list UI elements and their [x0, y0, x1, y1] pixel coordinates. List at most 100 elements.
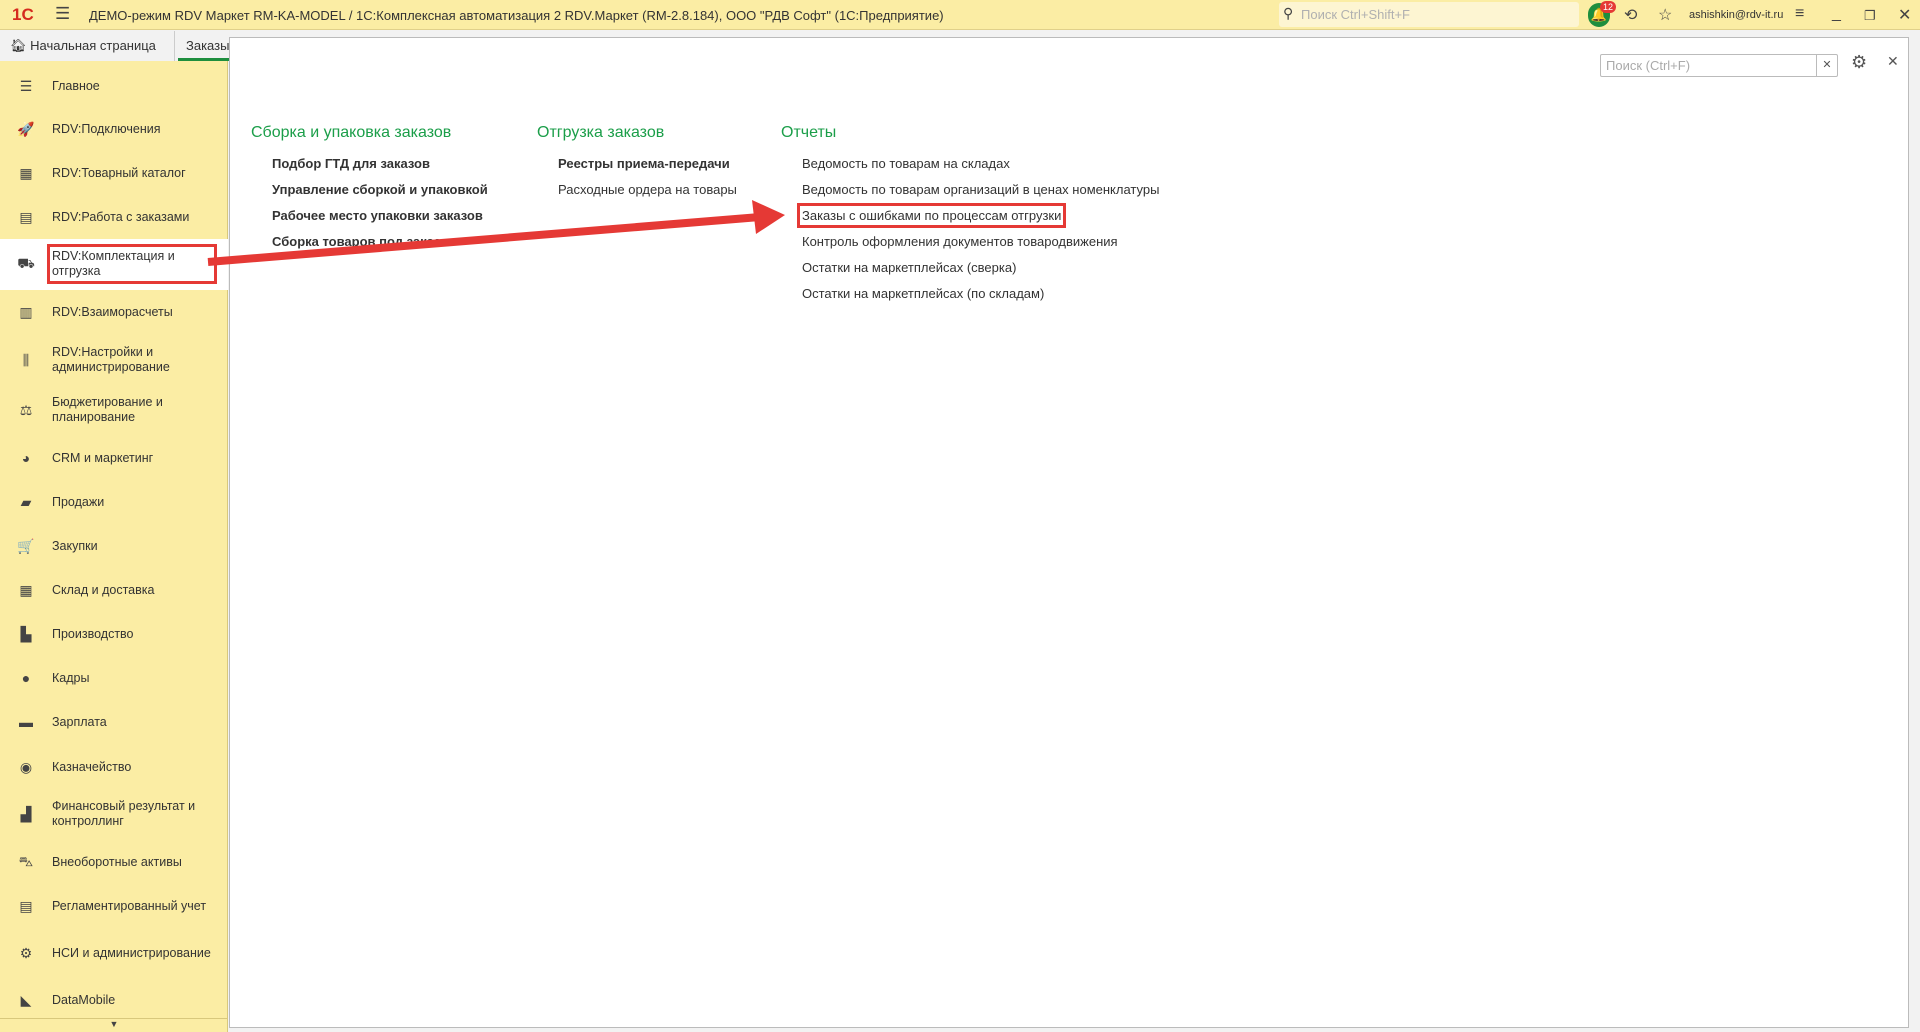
minimize-icon[interactable]: _ [1832, 5, 1841, 23]
sidebar-item[interactable]: ▤ Регламентированный учет [0, 891, 228, 921]
section-icon: ● [21, 670, 31, 686]
section-icon: ⫼ [22, 351, 30, 368]
menu-link-label: Реестры приема-передачи [558, 156, 730, 171]
menu-link-label: Рабочее место упаковки заказов [272, 208, 483, 223]
1c-logo-icon[interactable]: 1С [12, 5, 34, 25]
sidebar-item[interactable]: ⫼ RDV:Настройки и администрирование [0, 340, 228, 380]
window-title: ДЕМО-режим RDV Маркет RM-KA-MODEL / 1С:К… [89, 8, 944, 23]
close-icon[interactable]: ✕ [1887, 53, 1899, 70]
sidebar-item[interactable]: ▟ Финансовый результат и контроллинг [0, 794, 228, 834]
title-bar: 1С ☰ ДЕМО-режим RDV Маркет RM-KA-MODEL /… [0, 0, 1920, 30]
menu-column: Отчеты Ведомость по товарам на складах Вед… [781, 124, 1159, 312]
sidebar-item-label: RDV:Работа с заказами [52, 209, 190, 224]
menu-link[interactable]: Ведомость по товарам организаций в ценах… [802, 182, 1159, 208]
clear-search-icon[interactable]: ✕ [1816, 55, 1837, 76]
global-search-input[interactable]: ⚲ Поиск Ctrl+Shift+F [1279, 2, 1579, 27]
section-icon: ▦ [19, 581, 33, 598]
sidebar-item[interactable]: ⛍ Внеоборотные активы [0, 847, 228, 877]
sidebar-item-label: Финансовый результат и контроллинг [52, 799, 196, 828]
section-icon: ☰ [19, 77, 33, 94]
menu-link[interactable]: Рабочее место упаковки заказов [272, 208, 488, 234]
section-icon: ▤ [19, 208, 33, 225]
section-panel: Поиск (Ctrl+F) ✕ ⚙ ✕ Сборка и упаковка за… [229, 37, 1909, 1028]
menu-link-label: Управление сборкой и упаковкой [272, 182, 488, 197]
section-icon: ▟ [20, 805, 32, 822]
search-icon: ⚲ [1283, 5, 1294, 21]
menu-link-label: Ведомость по товарам организаций в ценах… [802, 182, 1160, 197]
section-icon: ⚙ [19, 944, 33, 961]
search-placeholder: Поиск (Ctrl+F) [1606, 58, 1691, 73]
sidebar-item[interactable]: ▥ RDV:Взаиморасчеты [0, 297, 228, 327]
section-icon: ▥ [19, 303, 33, 320]
menu-link[interactable]: Остатки на маркетплейсах (по складам) [802, 286, 1159, 312]
sidebar-item[interactable]: ▦ Склад и доставка [0, 575, 228, 605]
panel-search-input[interactable]: Поиск (Ctrl+F) ✕ [1600, 54, 1838, 77]
sidebar-item[interactable]: ◕ CRM и маркетинг [0, 443, 228, 473]
sidebar-item-label: Закупки [52, 538, 98, 553]
section-icon: ▙ [20, 625, 32, 642]
section-icon: ◣ [20, 991, 32, 1008]
menu-column: Отгрузка заказов Реестры приема-передачи Р… [537, 124, 737, 208]
sidebar-item[interactable]: ▰ Продажи [0, 487, 228, 517]
sidebar-item[interactable]: ◣ DataMobile [0, 985, 228, 1015]
sidebar-item-label: RDV:Взаиморасчеты [52, 304, 173, 319]
sidebar-item-label: RDV:Подключения [52, 121, 161, 136]
column-title: Сборка и упаковка заказов [251, 124, 452, 141]
section-icon: ▰ [20, 493, 32, 510]
sidebar-item-label: Продажи [52, 494, 105, 509]
notifications-count: 12 [1600, 1, 1617, 13]
restore-icon[interactable]: ❐ [1864, 8, 1876, 24]
history-icon[interactable]: ⟲ [1624, 5, 1637, 25]
sidebar: ☰ Главное 🚀 RDV:Подключения ▦ RDV:Товарный ка… [0, 61, 228, 1032]
menu-column: Сборка и упаковка заказов Подбор ГТД для … [251, 124, 488, 260]
menu-link[interactable]: Остатки на маркетплейсах (сверка) [802, 260, 1159, 286]
settings-menu-icon[interactable]: ≡ [1795, 5, 1804, 23]
menu-link[interactable]: Контроль оформления документов товародви… [802, 234, 1159, 260]
menu-link-label: Заказы с ошибками по процессам отгрузки [796, 203, 1067, 228]
sidebar-item[interactable]: ⚙ НСИ и администрирование [0, 938, 228, 968]
sidebar-item[interactable]: ▦ RDV:Товарный каталог [0, 158, 228, 188]
tab-home[interactable]: 🏠︎ Начальная страница [0, 31, 175, 61]
favorites-star-icon[interactable]: ☆ [1658, 5, 1672, 25]
menu-link[interactable]: Расходные ордера на товары [558, 182, 737, 208]
sidebar-item[interactable]: ⚖ Бюджетирование и планирование [0, 390, 228, 430]
menu-link-label: Контроль оформления документов товародви… [802, 234, 1118, 249]
section-icon: ⛟ [17, 254, 35, 271]
sidebar-item-label: Главное [52, 78, 100, 93]
sidebar-item-label: Внеоборотные активы [52, 854, 182, 869]
menu-link-label: Ведомость по товарам на складах [802, 156, 1010, 171]
sidebar-item[interactable]: ◉ Казначейство [0, 752, 228, 782]
sidebar-item-label: НСИ и администрирование [52, 945, 211, 960]
sidebar-item-label: RDV:Товарный каталог [52, 165, 186, 180]
main-menu-icon[interactable]: ☰ [55, 4, 70, 24]
user-name[interactable]: ashishkin@rdv-it.ru [1689, 9, 1783, 21]
menu-link[interactable]: Сборка товаров под заказы [272, 234, 488, 260]
sidebar-item-label: RDV:Комплектация и отгрузка [47, 244, 217, 284]
sidebar-item[interactable]: ▤ RDV:Работа с заказами [0, 202, 228, 232]
menu-link-label: Остатки на маркетплейсах (сверка) [802, 260, 1017, 275]
home-icon: 🏠︎ [10, 38, 31, 53]
sidebar-item[interactable]: 🚀 RDV:Подключения [0, 114, 228, 144]
sidebar-item[interactable]: ● Кадры [0, 663, 228, 693]
menu-link[interactable]: Реестры приема-передачи [558, 156, 737, 182]
sidebar-item[interactable]: ▙ Производство [0, 619, 228, 649]
section-icon: ⛍ [18, 852, 34, 869]
sidebar-item[interactable]: ▬ Зарплата [0, 707, 228, 737]
menu-link-label: Сборка товаров под заказы [272, 234, 452, 249]
menu-link[interactable]: Управление сборкой и упаковкой [272, 182, 488, 208]
scroll-down-icon[interactable]: ▼ [0, 1018, 228, 1032]
tab-label: Начальная страница [30, 38, 156, 53]
column-title: Отгрузка заказов [537, 124, 665, 141]
sidebar-item[interactable]: 🛒 Закупки [0, 531, 228, 561]
sidebar-item-label: Бюджетирование и планирование [52, 395, 163, 424]
sidebar-item-label: Производство [52, 626, 134, 641]
sidebar-item[interactable]: ⛟ RDV:Комплектация и отгрузка [0, 238, 228, 290]
section-icon: ▬ [19, 714, 33, 730]
menu-link[interactable]: Заказы с ошибками по процессам отгрузки [796, 203, 1159, 234]
menu-link[interactable]: Ведомость по товарам на складах [802, 156, 1159, 182]
menu-link[interactable]: Подбор ГТД для заказов [272, 156, 488, 182]
sidebar-item[interactable]: ☰ Главное [0, 71, 228, 101]
close-window-icon[interactable]: ✕ [1898, 5, 1911, 25]
gear-icon[interactable]: ⚙ [1851, 52, 1867, 73]
column-title: Отчеты [781, 124, 837, 141]
